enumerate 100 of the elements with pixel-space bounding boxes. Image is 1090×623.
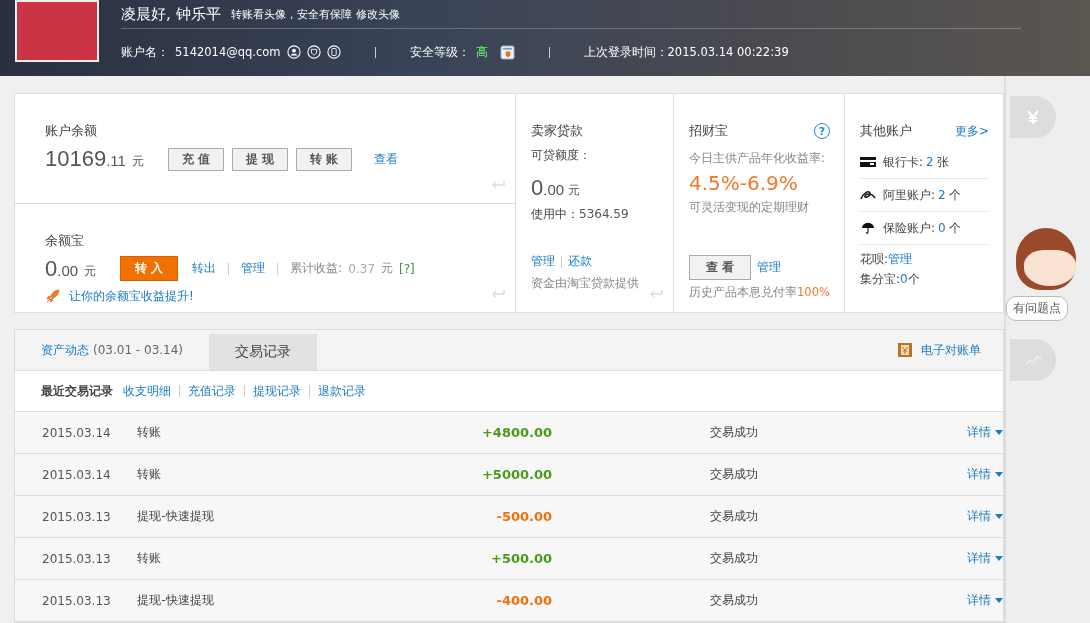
section-title: 其他账户 (860, 122, 912, 140)
view-link[interactable]: 查看 (374, 150, 398, 168)
quota-label: 可贷额度： (531, 147, 592, 164)
return-icon[interactable] (491, 178, 505, 189)
umbrella-icon (860, 222, 876, 234)
loan-amount: 0.00 (531, 175, 565, 201)
statement-icon (897, 342, 913, 358)
status-cell-text: 交易成功 (709, 592, 760, 609)
amount-cell-text: +4800.00 (480, 425, 553, 440)
amount-cell-text: -500.00 (495, 509, 553, 524)
date-cell-text: 2015.03.14 (41, 467, 112, 482)
details-link[interactable]: 详情 (855, 550, 1003, 567)
account-label: 保险账户: (883, 219, 936, 237)
greeting: 凌晨好, 钟乐平 (121, 4, 221, 24)
in-use-amount: 5364.59 (579, 207, 629, 221)
loan-link[interactable]: 还款 (568, 254, 592, 268)
account-label: 阿里账户: (883, 186, 936, 204)
type-cell-text: 转账 (137, 424, 163, 441)
balance-amount: 10169.11 (45, 146, 126, 172)
currency-unit: 元 (84, 262, 97, 280)
account-name: 5142014@qq.com (175, 45, 281, 59)
security-level: 高 (475, 44, 488, 60)
action-button[interactable]: 转 账 (295, 147, 352, 171)
mascot-drawing (1016, 228, 1076, 290)
script-logo-icon (860, 189, 876, 201)
rocket-icon (45, 288, 61, 304)
yuebao-link[interactable]: 管理 (241, 260, 266, 277)
section-title: 卖家贷款 (531, 122, 584, 140)
jifen-count[interactable]: 0 (900, 272, 908, 286)
help-link[interactable]: [?] (399, 261, 415, 276)
currency-unit: 元 (131, 153, 144, 170)
details-link[interactable]: 详情 (855, 508, 1003, 525)
loan-link[interactable]: 管理 (531, 254, 555, 268)
return-icon[interactable] (649, 288, 663, 298)
avatar-note: 转账看头像，安全有保障 (230, 6, 352, 22)
section-title: 余额宝 (45, 231, 85, 250)
record-filter-link[interactable]: 提现记录 (253, 382, 301, 400)
currency-unit: 元 (568, 182, 581, 199)
shield-icon[interactable] (306, 45, 321, 59)
yuebao-link[interactable]: 转出 (192, 260, 217, 277)
view-button[interactable]: 查 看 (689, 255, 751, 280)
records-tab[interactable]: 交易记录 (209, 334, 318, 370)
in-use-label: 使用中： (531, 207, 579, 221)
details-link[interactable]: 详情 (855, 592, 1003, 609)
amount-cell-text: +500.00 (490, 551, 553, 566)
last-login: 上次登录时间：2015.03.14 00:22:39 (583, 44, 789, 60)
count-unit: 个 (907, 272, 920, 286)
product-description: 可灵活变现的定期理财 (689, 200, 810, 215)
transfer-in-button[interactable]: 转 入 (120, 256, 179, 281)
certificate-icon[interactable] (499, 44, 515, 60)
account-count[interactable]: 2 (926, 155, 934, 169)
type-cell-text: 提现-快速提现 (137, 592, 215, 609)
statement-link[interactable]: 电子对账单 (921, 341, 981, 359)
manage-link[interactable]: 管理 (757, 259, 781, 276)
status-cell-text: 交易成功 (709, 466, 760, 483)
account-label: 银行卡: (883, 153, 924, 171)
section-title: 账户余额 (45, 122, 98, 140)
record-filter-link[interactable]: 退款记录 (318, 382, 366, 400)
promo-link[interactable]: 让你的余额宝收益提升! (69, 287, 194, 305)
chart-tab[interactable] (1010, 339, 1056, 381)
records-tab[interactable]: 资产动态 (03.01 - 03.14) (41, 330, 210, 370)
caret-icon (995, 598, 1003, 603)
edit-avatar-link[interactable]: 修改头像 (355, 6, 400, 22)
account-count[interactable]: 2 (938, 188, 946, 202)
action-button[interactable]: 提 现 (231, 147, 288, 171)
date-cell-text: 2015.03.13 (41, 551, 112, 566)
count-unit: 张 (936, 153, 949, 171)
loan-note: 资金由淘宝贷款提供 (531, 275, 640, 292)
status-cell-text: 交易成功 (709, 550, 760, 567)
record-filter-link[interactable]: 收支明细 (123, 382, 171, 400)
type-cell-text: 转账 (137, 550, 163, 567)
return-icon[interactable] (491, 288, 505, 298)
date-cell-text: 2015.03.13 (41, 593, 112, 608)
yuan-tab[interactable] (1010, 96, 1056, 138)
currency-unit: 元 (381, 260, 394, 277)
security-label: 安全等级： (409, 44, 470, 60)
huabei-label: 花呗: (860, 252, 889, 266)
earnings-value: 0.37 (348, 261, 376, 276)
caret-icon (995, 556, 1003, 561)
yield-rate: 4.5%-6.9% (689, 171, 799, 195)
status-cell-text: 交易成功 (709, 424, 760, 441)
huabei-link[interactable]: 管理 (888, 252, 913, 266)
type-cell-text: 提现-快速提现 (137, 508, 215, 525)
phone-icon[interactable] (326, 45, 341, 59)
more-link[interactable]: 更多> (954, 122, 989, 140)
person-icon[interactable] (286, 45, 301, 59)
rate-label: 今日主供产品年化收益率: (689, 151, 826, 166)
account-count[interactable]: 0 (938, 221, 946, 235)
earnings-label: 累计收益: (290, 260, 343, 277)
help-tooltip[interactable]: 有问题点 (1006, 296, 1068, 321)
payout-rate: 历史产品本息兑付率100% (689, 285, 830, 300)
details-link[interactable]: 详情 (855, 424, 1003, 441)
caret-icon (995, 430, 1003, 435)
date-cell-text: 2015.03.14 (41, 425, 112, 440)
details-link[interactable]: 详情 (855, 466, 1003, 483)
action-button[interactable]: 充 值 (167, 147, 224, 171)
record-filter-link[interactable]: 充值记录 (188, 382, 236, 400)
yuan-icon (1024, 109, 1042, 125)
yuebao-amount: 0.00 (45, 255, 79, 282)
date-cell-text: 2015.03.13 (41, 509, 112, 524)
